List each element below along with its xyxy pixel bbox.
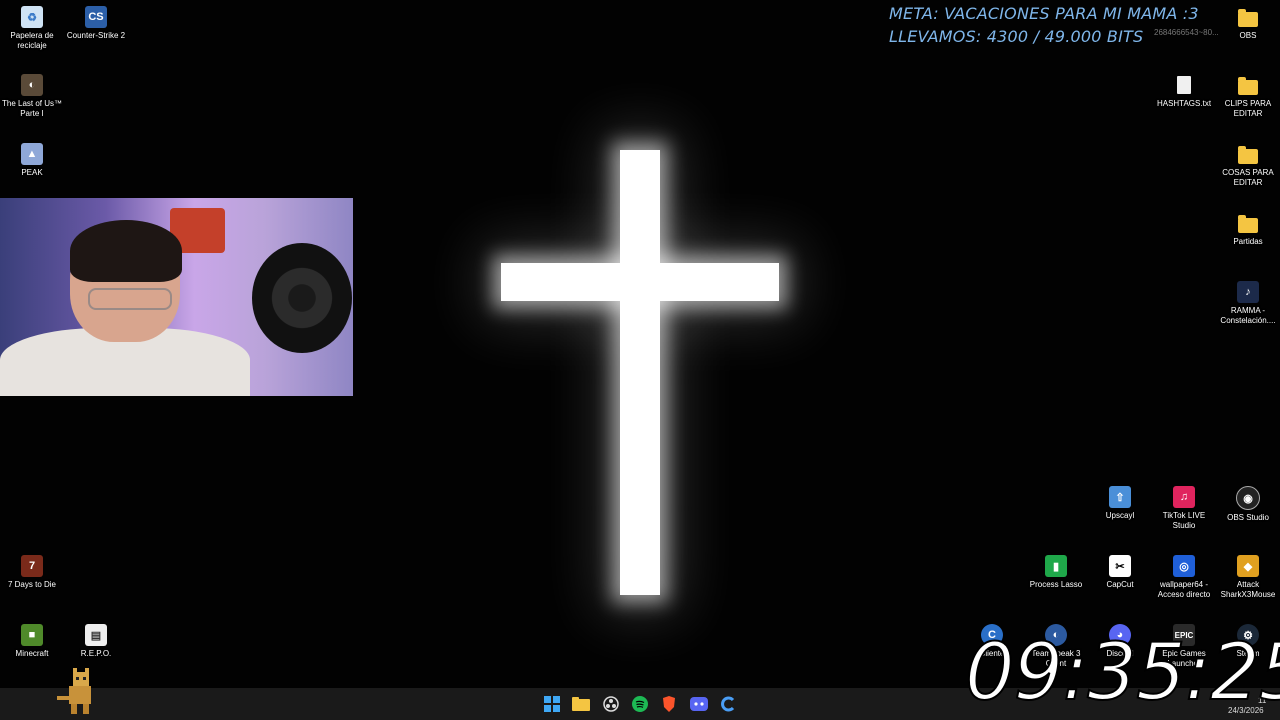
minecraft-icon: ■ bbox=[21, 624, 43, 646]
desktop-icon-partidas-folder[interactable]: Partidas bbox=[1216, 212, 1280, 247]
tiktok-icon: ♫ bbox=[1173, 486, 1195, 508]
webcam-fan bbox=[252, 243, 352, 353]
desktop-icon-upscayl[interactable]: ⇧ Upscayl bbox=[1088, 486, 1152, 521]
desktop-icon-cosas-folder[interactable]: COSAS PARA EDITAR bbox=[1216, 143, 1280, 188]
pixel-cat-sprite bbox=[57, 668, 91, 714]
desktop-icon-wallpaper64[interactable]: ◎ wallpaper64 - Acceso directo bbox=[1152, 555, 1216, 600]
obs-icon[interactable] bbox=[599, 692, 623, 716]
file-explorer-icon[interactable] bbox=[569, 692, 593, 716]
brave-icon[interactable] bbox=[657, 692, 681, 716]
donation-goal-progress: LLEVAMOS: 4300 / 49.000 BITS bbox=[889, 27, 1144, 46]
discord-icon[interactable] bbox=[687, 692, 711, 716]
text-file-icon bbox=[1173, 74, 1195, 96]
capcut-icon: ✂ bbox=[1109, 555, 1131, 577]
desktop-icon-repo[interactable]: ▤ R.E.P.O. bbox=[64, 624, 128, 659]
desktop-icon-7-days[interactable]: 7 7 Days to Die bbox=[0, 555, 64, 590]
desktop-icon-clips-folder[interactable]: CLIPS PARA EDITAR bbox=[1216, 74, 1280, 119]
webcam-person-glasses bbox=[88, 288, 172, 310]
desktop-icon-hashtags[interactable]: HASHTAGS.txt bbox=[1152, 74, 1216, 109]
folder-icon bbox=[1237, 212, 1259, 234]
desktop-icon-recycle-bin[interactable]: ♻ Papelera de reciclaje bbox=[0, 6, 64, 51]
counter-strike-icon: CS bbox=[85, 6, 107, 28]
desktop-icon-peak[interactable]: ▲ PEAK bbox=[0, 143, 64, 178]
desktop-icon-counter-strike[interactable]: CS Counter-Strike 2 bbox=[64, 6, 128, 41]
attack-shark-icon: ◆ bbox=[1237, 555, 1259, 577]
folder-icon bbox=[1237, 6, 1259, 28]
desktop-icon-tiktok-live[interactable]: ♫ TikTok LIVE Studio bbox=[1152, 486, 1216, 531]
cliente-icon[interactable] bbox=[716, 692, 740, 716]
desktop-icon-last-of-us[interactable]: ◐ The Last of Us™ Parte I bbox=[0, 74, 64, 119]
desktop-icon-obs-studio[interactable]: ◉ OBS Studio bbox=[1216, 486, 1280, 523]
ramma-icon: ♪ bbox=[1237, 281, 1259, 303]
glowing-cross-vertical bbox=[620, 150, 660, 595]
desktop-icon-attack-shark[interactable]: ◆ Attack SharkX3Mouse bbox=[1216, 555, 1280, 600]
folder-icon bbox=[1237, 143, 1259, 165]
desktop-icon-capcut[interactable]: ✂ CapCut bbox=[1088, 555, 1152, 590]
windows-start-icon[interactable] bbox=[540, 692, 564, 716]
wallpaper-engine-icon: ◎ bbox=[1173, 555, 1195, 577]
peak-icon: ▲ bbox=[21, 143, 43, 165]
obs-studio-icon: ◉ bbox=[1236, 486, 1260, 510]
spotify-icon[interactable] bbox=[628, 692, 652, 716]
desktop-icon-process-lasso[interactable]: ▮ Process Lasso bbox=[1024, 555, 1088, 590]
recycle-bin-icon: ♻ bbox=[21, 6, 43, 28]
donation-goal-title: META: VACACIONES PARA MI MAMA :3 bbox=[889, 4, 1199, 23]
desktop-icon-ramma[interactable]: ♪ RAMMA - Constelación.... bbox=[1216, 281, 1280, 326]
last-of-us-icon: ◐ bbox=[21, 74, 43, 96]
upscayl-icon: ⇧ bbox=[1109, 486, 1131, 508]
faint-overlay-text: 2684666543~80... bbox=[1154, 28, 1219, 37]
seven-days-icon: 7 bbox=[21, 555, 43, 577]
desktop-icon-minecraft[interactable]: ■ Minecraft bbox=[0, 624, 64, 659]
repo-icon: ▤ bbox=[85, 624, 107, 646]
webcam-person-hair bbox=[70, 220, 182, 282]
desktop-icon-obs-folder[interactable]: OBS bbox=[1216, 6, 1280, 41]
webcam-overlay bbox=[0, 198, 353, 396]
stream-clock-overlay: 09:35:25 bbox=[964, 627, 1280, 719]
folder-icon bbox=[1237, 74, 1259, 96]
process-lasso-icon: ▮ bbox=[1045, 555, 1067, 577]
